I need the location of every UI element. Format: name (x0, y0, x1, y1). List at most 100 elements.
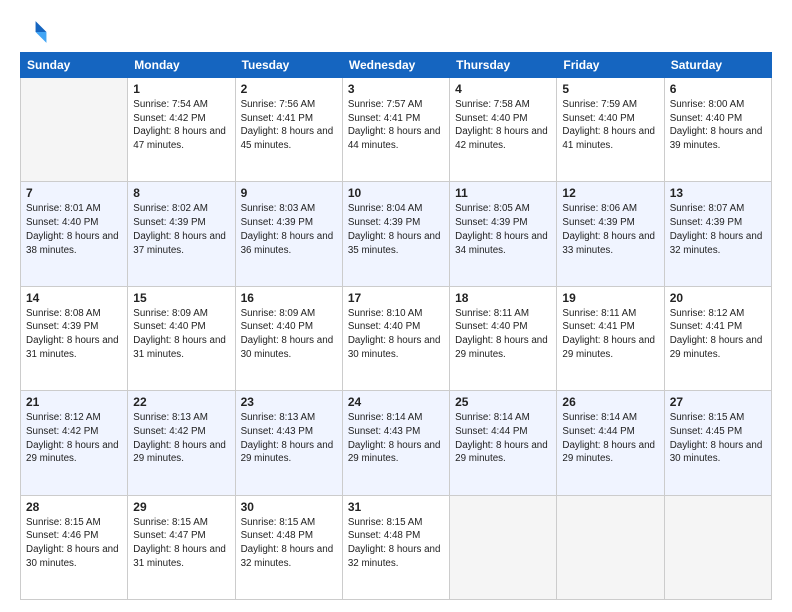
weekday-header: Thursday (450, 53, 557, 78)
day-number: 3 (348, 82, 444, 96)
sunrise: Sunrise: 8:05 AM (455, 203, 530, 214)
day-info: Sunrise: 8:04 AMSunset: 4:39 PMDaylight:… (348, 202, 444, 257)
calendar-week-row: 21 Sunrise: 8:12 AMSunset: 4:42 PMDayligh… (21, 391, 772, 495)
calendar-cell: 7Sunrise: 8:01 AMSunset: 4:40 PMDaylight… (21, 182, 128, 286)
calendar-cell: 25Sunrise: 8:14 AMSunset: 4:44 PMDayligh… (450, 391, 557, 495)
day-number: 22 (133, 395, 229, 409)
day-info: Sunrise: 8:07 AMSunset: 4:39 PMDaylight:… (670, 202, 766, 257)
daylight: Daylight: 8 hours and 36 minutes. (241, 231, 334, 256)
sunset: Sunset: 4:48 PM (348, 530, 420, 541)
day-number: 2 (241, 82, 337, 96)
day-info: Sunrise: 8:15 AM Sunset: 4:48 PM Daylight:… (348, 516, 444, 571)
day-number: 16 (241, 291, 337, 305)
calendar-cell: 29Sunrise: 8:15 AMSunset: 4:47 PMDayligh… (128, 495, 235, 599)
sunset: Sunset: 4:45 PM (670, 426, 742, 437)
calendar-cell: 4Sunrise: 7:58 AMSunset: 4:40 PMDaylight… (450, 78, 557, 182)
calendar-week-row: 28 Sunrise: 8:15 AM Sunset: 4:46 PM Dayligh… (21, 495, 772, 599)
sunset: Sunset: 4:40 PM (241, 321, 313, 332)
sunset: Sunset: 4:47 PM (133, 530, 205, 541)
sunrise: Sunrise: 8:13 AM (133, 412, 208, 423)
daylight: Daylight: 8 hours and 29 minutes. (455, 440, 548, 465)
daylight: Daylight: 8 hours and 29 minutes. (670, 335, 763, 360)
sunset: Sunset: 4:40 PM (455, 113, 527, 124)
calendar-cell: 11Sunrise: 8:05 AMSunset: 4:39 PMDayligh… (450, 182, 557, 286)
calendar-cell: 28Sunrise: 8:15 AMSunset: 4:46 PMDayligh… (21, 495, 128, 599)
day-info: Sunrise: 7:54 AMSunset: 4:42 PMDaylight:… (133, 98, 229, 153)
day-number: 17 (348, 291, 444, 305)
weekday-header-row: SundayMondayTuesdayWednesdayThursdayFrid… (21, 53, 772, 78)
daylight: Daylight: 8 hours and 31 minutes. (26, 335, 119, 360)
calendar-cell: 10 Sunrise: 8:04 AMSunset: 4:39 PMDayligh… (342, 182, 449, 286)
sunrise: Sunrise: 7:56 AM (241, 99, 316, 110)
day-number: 27 (670, 395, 766, 409)
day-number: 14 (26, 291, 122, 305)
day-info: Sunrise: 8:13 AMSunset: 4:43 PMDaylight:… (241, 411, 337, 466)
sunrise: Sunrise: 8:14 AM (562, 412, 637, 423)
sunrise: Sunrise: 8:06 AM (562, 203, 637, 214)
sunrise: Sunrise: 8:00 AM (670, 99, 745, 110)
calendar-cell: 19Sunrise: 8:11 AMSunset: 4:41 PMDayligh… (557, 286, 664, 390)
header (20, 18, 772, 46)
sunset: Sunset: 4:40 PM (26, 217, 98, 228)
calendar-cell: 21 Sunrise: 8:12 AMSunset: 4:42 PMDayligh… (21, 391, 128, 495)
daylight: Daylight: 8 hours and 30 minutes. (670, 440, 763, 465)
daylight: Daylight: 8 hours and 37 minutes. (133, 231, 226, 256)
day-info: Sunrise: 7:59 AMSunset: 4:40 PMDaylight:… (562, 98, 658, 153)
day-info: Sunrise: 8:10 AMSunset: 4:40 PMDaylight:… (348, 307, 444, 362)
calendar-cell: 5Sunrise: 7:59 AMSunset: 4:40 PMDaylight… (557, 78, 664, 182)
day-info: Sunrise: 8:15 AMSunset: 4:45 PMDaylight:… (670, 411, 766, 466)
day-info: Sunrise: 8:09 AMSunset: 4:40 PMDaylight:… (241, 307, 337, 362)
weekday-header: Friday (557, 53, 664, 78)
day-info: Sunrise: 8:09 AMSunset: 4:40 PMDaylight:… (133, 307, 229, 362)
day-info: Sunrise: 8:14 AMSunset: 4:44 PMDaylight:… (455, 411, 551, 466)
sunrise: Sunrise: 7:57 AM (348, 99, 423, 110)
daylight: Daylight: 8 hours and 32 minutes. (348, 544, 441, 569)
day-number: 1 (133, 82, 229, 96)
day-number: 9 (241, 186, 337, 200)
daylight: Daylight: 8 hours and 45 minutes. (241, 126, 334, 151)
day-info: Sunrise: 8:05 AMSunset: 4:39 PMDaylight:… (455, 202, 551, 257)
calendar-cell: 16 Sunrise: 8:09 AMSunset: 4:40 PMDayligh… (235, 286, 342, 390)
sunrise: Sunrise: 8:11 AM (562, 308, 636, 319)
sunrise: Sunrise: 8:15 AM (26, 517, 101, 528)
sunset: Sunset: 4:42 PM (133, 426, 205, 437)
daylight: Daylight: 8 hours and 33 minutes. (562, 231, 655, 256)
daylight: Daylight: 8 hours and 34 minutes. (455, 231, 548, 256)
day-number: 10 (348, 186, 444, 200)
weekday-header: Sunday (21, 53, 128, 78)
day-info: Sunrise: 8:12 AMSunset: 4:42 PMDaylight:… (26, 411, 122, 466)
daylight: Daylight: 8 hours and 39 minutes. (670, 126, 763, 151)
calendar-cell: 2Sunrise: 7:56 AMSunset: 4:41 PMDaylight… (235, 78, 342, 182)
calendar-cell: 1 Sunrise: 7:54 AMSunset: 4:42 PMDaylight… (128, 78, 235, 182)
day-number: 21 (26, 395, 122, 409)
calendar-cell: 3Sunrise: 7:57 AMSunset: 4:41 PMDaylight… (342, 78, 449, 182)
calendar: SundayMondayTuesdayWednesdayThursdayFrid… (20, 52, 772, 600)
sunrise: Sunrise: 7:58 AM (455, 99, 530, 110)
calendar-cell: 20Sunrise: 8:12 AMSunset: 4:41 PMDayligh… (664, 286, 771, 390)
calendar-cell: 26Sunrise: 8:14 AMSunset: 4:44 PMDayligh… (557, 391, 664, 495)
calendar-cell: 31Sunrise: 8:15 AMSunset: 4:48 PMDayligh… (342, 495, 449, 599)
sunrise: Sunrise: 8:15 AM (348, 517, 423, 528)
daylight: Daylight: 8 hours and 47 minutes. (133, 126, 226, 151)
calendar-week-row: 14Sunrise: 8:08 AMSunset: 4:39 PMDayligh… (21, 286, 772, 390)
day-info: Sunrise: 8:12 AMSunset: 4:41 PMDaylight:… (670, 307, 766, 362)
sunset: Sunset: 4:44 PM (562, 426, 634, 437)
calendar-cell: 13Sunrise: 8:07 AMSunset: 4:39 PMDayligh… (664, 182, 771, 286)
sunrise: Sunrise: 8:09 AM (133, 308, 208, 319)
daylight: Daylight: 8 hours and 29 minutes. (133, 440, 226, 465)
page: SundayMondayTuesdayWednesdayThursdayFrid… (0, 0, 792, 612)
sunset: Sunset: 4:39 PM (26, 321, 98, 332)
day-info: Sunrise: 8:11 AMSunset: 4:40 PMDaylight:… (455, 307, 551, 362)
day-info: Sunrise: 7:58 AMSunset: 4:40 PMDaylight:… (455, 98, 551, 153)
sunrise: Sunrise: 8:07 AM (670, 203, 745, 214)
calendar-cell: 8Sunrise: 8:02 AMSunset: 4:39 PMDaylight… (128, 182, 235, 286)
sunset: Sunset: 4:39 PM (133, 217, 205, 228)
calendar-cell: 22 Sunrise: 8:13 AM Sunset: 4:42 PM Dayligh… (128, 391, 235, 495)
day-number: 28 (26, 500, 122, 514)
sunset: Sunset: 4:46 PM (26, 530, 98, 541)
daylight: Daylight: 8 hours and 31 minutes. (133, 335, 226, 360)
calendar-week-row: 1 Sunrise: 7:54 AMSunset: 4:42 PMDaylight… (21, 78, 772, 182)
sunset: Sunset: 4:40 PM (562, 113, 634, 124)
calendar-cell: 24Sunrise: 8:14 AMSunset: 4:43 PMDayligh… (342, 391, 449, 495)
daylight: Daylight: 8 hours and 29 minutes. (348, 440, 441, 465)
